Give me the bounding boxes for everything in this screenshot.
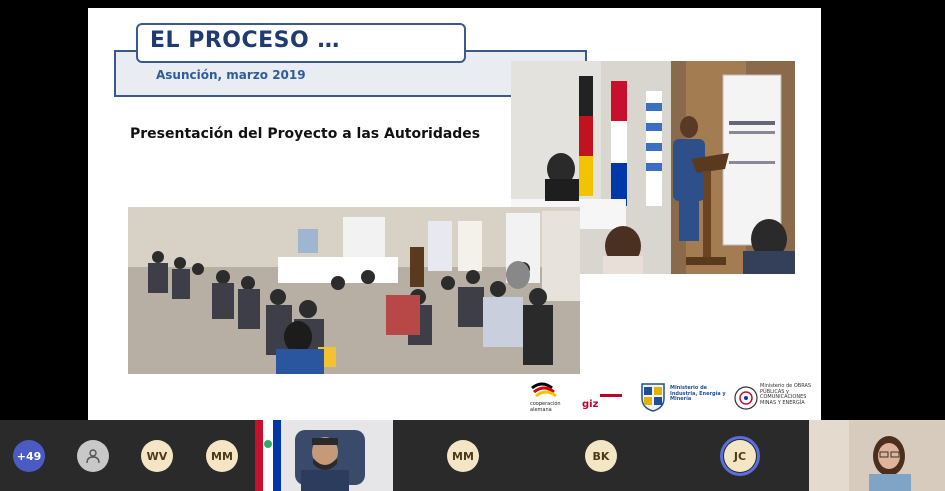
more-participants-button[interactable]: +49 <box>13 440 45 472</box>
participant-video-man[interactable] <box>255 420 393 491</box>
participant-avatar-mm[interactable]: MM <box>206 440 238 472</box>
logo-cooperacion-alemana: cooperación alemana <box>530 401 561 413</box>
giz-underline <box>600 394 622 397</box>
slide-heading: Presentación del Proyecto a las Autorida… <box>130 126 481 142</box>
video-feed-man <box>255 420 393 491</box>
cooperacion-alemana-logo <box>531 382 557 398</box>
participant-avatar-mm-2[interactable]: MM <box>447 440 479 472</box>
participant-avatar-bk[interactable]: BK <box>585 440 617 472</box>
video-feed-woman <box>809 420 945 491</box>
person-icon <box>86 449 100 464</box>
participant-avatar-wv[interactable]: WV <box>141 440 173 472</box>
slide-title: EL PROCESO … <box>150 28 340 53</box>
participant-avatar-jc[interactable]: JC <box>724 440 756 472</box>
logo-ministerio-obras: Ministerio de OBRAS PÚBLICAS y COMUNICAC… <box>760 383 812 406</box>
uruguay-shield-icon <box>641 383 665 412</box>
footer-logos: cooperación alemana giz Ministerio de In… <box>528 380 818 414</box>
participant-video-woman[interactable] <box>809 420 945 491</box>
shared-slide: EL PROCESO … Asunción, marzo 2019 Presen… <box>88 8 821 420</box>
meeting-window: EL PROCESO … Asunción, marzo 2019 Presen… <box>0 0 945 491</box>
photo-audience-panorama <box>128 207 580 374</box>
logo-ministerio-industria: Ministerio de Industria, Energía y Miner… <box>670 385 726 402</box>
paraguay-seal-icon <box>734 386 758 410</box>
participant-strip: +49 WV MM MM BK JC <box>0 420 945 491</box>
anonymous-participant-avatar[interactable] <box>77 440 109 472</box>
logo-giz: giz <box>582 399 599 410</box>
slide-subtitle: Asunción, marzo 2019 <box>156 68 306 82</box>
